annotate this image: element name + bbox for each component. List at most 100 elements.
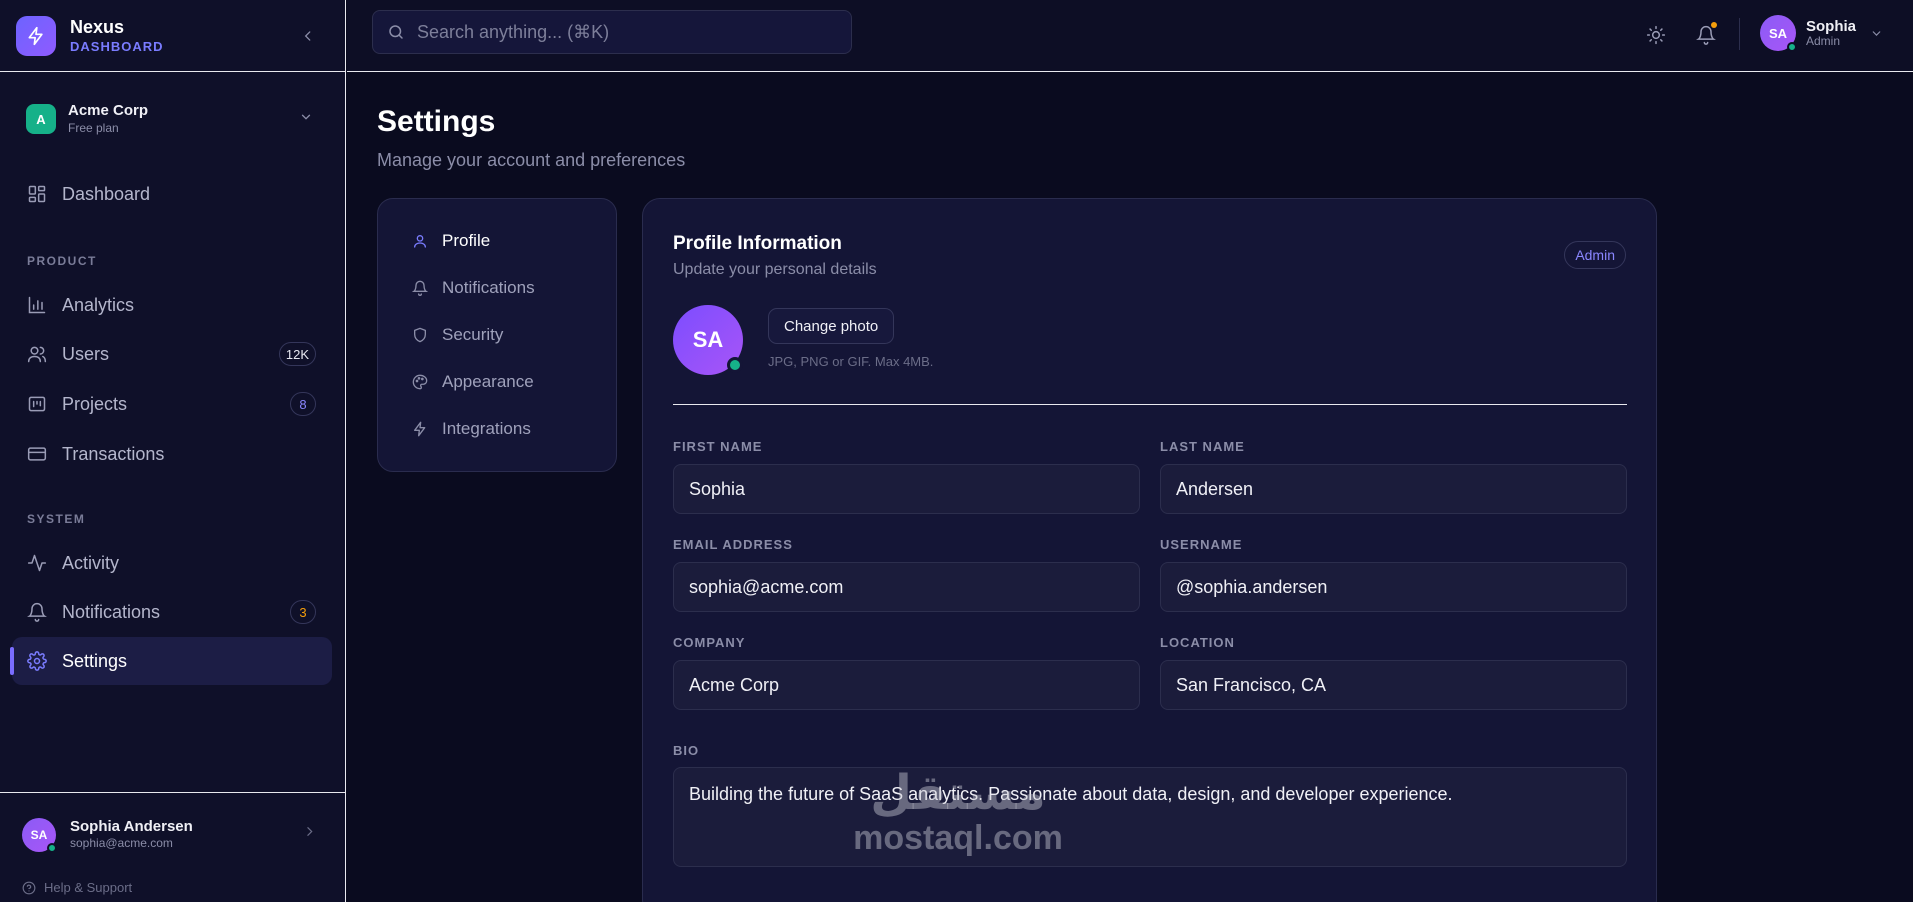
org-badge: A [26,104,56,134]
page-subtitle: Manage your account and preferences [377,150,686,170]
last-name-label: LAST NAME [1160,439,1245,454]
sidebar-item-activity[interactable]: Activity [12,539,332,587]
settings-tab-profile[interactable]: Profile [412,226,490,256]
role-badge: Admin [1564,241,1626,269]
avatar: SA [22,817,57,853]
topbar-divider [1739,18,1740,50]
company-field[interactable] [673,660,1140,710]
last-name-field[interactable] [1160,464,1627,514]
shield-icon [414,327,426,343]
chevron-down-icon [299,110,313,124]
username-label: USERNAME [1160,537,1243,552]
bell-icon [26,601,48,623]
online-status-dot [1787,42,1797,52]
org-plan: Free plan [68,120,119,135]
sidebar-item-transactions[interactable]: Transactions [12,430,332,478]
online-status-dot [47,842,57,853]
settings-tab-label: Integrations [442,419,531,438]
username-field[interactable] [1160,562,1627,612]
sidebar-item-label: Transactions [62,443,165,464]
profile-avatar: SA [673,305,743,375]
bar-chart-icon [26,294,48,316]
sidebar-user-card[interactable]: SA Sophia Andersen sophia@acme.com [0,792,346,876]
topbar-user-name: Sophia [1806,17,1857,35]
settings-tab-notifications[interactable]: Notifications [412,273,535,303]
org-name: Acme Corp [68,102,149,120]
brand-name: Nexus [70,17,125,37]
divider [673,404,1627,405]
first-name-label: FIRST NAME [673,439,763,454]
topbar: SA Sophia Admin [347,0,1913,72]
settings-tab-label: Profile [442,231,491,250]
settings-tab-label: Appearance [442,372,534,391]
sidebar: Nexus DASHBOARD A Acme Corp Free plan Da… [0,0,346,902]
search-icon [389,25,403,39]
search-input[interactable] [417,21,851,43]
profile-card: Profile Information Update your personal… [642,198,1657,902]
sidebar-item-label: Activity [62,552,120,573]
chevron-down-icon [1872,30,1881,36]
email-field[interactable] [673,562,1140,612]
chevron-right-icon [303,825,316,838]
search-box[interactable] [372,10,852,54]
location-label: LOCATION [1160,635,1235,650]
projects-count-badge: 8 [290,392,316,416]
sidebar-item-analytics[interactable]: Analytics [12,281,332,329]
user-icon [414,235,426,248]
sidebar-item-notifications[interactable]: Notifications 3 [12,588,332,636]
section-label-system: SYSTEM [27,512,86,526]
brand-subtitle: DASHBOARD [70,39,164,54]
settings-nav: Profile Notifications Security Appearanc… [377,198,617,472]
sidebar-item-label: Users [62,343,110,364]
collapse-sidebar-button[interactable] [297,25,319,47]
location-field[interactable] [1160,660,1627,710]
company-label: COMPANY [673,635,746,650]
dashboard-grid-icon [26,183,48,205]
bolt-logo-icon[interactable] [16,15,56,56]
sidebar-item-label: Dashboard [62,183,151,204]
users-icon [26,343,48,365]
bio-textarea[interactable]: Building the future of SaaS analytics. P… [673,767,1627,867]
activity-pulse-icon [26,552,48,574]
settings-tab-security[interactable]: Security [412,320,503,350]
page-title: Settings [377,105,496,138]
bolt-icon [414,421,426,437]
help-support-link[interactable]: Help & Support [22,880,132,895]
first-name-field[interactable] [673,464,1140,514]
sidebar-item-projects[interactable]: Projects 8 [12,380,332,428]
bio-label: BIO [673,743,700,758]
settings-tab-appearance[interactable]: Appearance [412,367,534,397]
palette-icon [412,374,428,390]
avatar-initials: SA [1768,25,1788,41]
settings-tab-label: Notifications [442,278,535,297]
sidebar-item-settings[interactable]: Settings [10,637,332,685]
help-circle-icon [22,881,36,894]
change-photo-button[interactable]: Change photo [768,308,895,344]
credit-card-icon [26,443,48,465]
projects-icon [26,393,48,415]
sun-icon [1646,25,1666,45]
photo-hint: JPG, PNG or GIF. Max 4MB. [768,354,934,369]
sidebar-item-label: Settings [62,650,128,671]
notifications-count-badge: 3 [290,600,316,624]
profile-card-subtitle: Update your personal details [673,261,877,278]
avatar-initials: SA [692,327,724,352]
notification-indicator-dot [1711,22,1717,28]
notifications-button[interactable] [1693,22,1719,48]
theme-toggle-button[interactable] [1643,22,1669,48]
avatar-initials: SA [30,827,48,842]
org-switcher[interactable]: A Acme Corp Free plan [12,92,333,146]
sidebar-user-name: Sophia Andersen [70,817,193,835]
sidebar-user-email: sophia@acme.com [70,836,173,851]
settings-tab-label: Security [442,325,504,344]
sidebar-item-users[interactable]: Users 12K [12,330,332,378]
settings-tab-integrations[interactable]: Integrations [412,414,531,444]
section-label-product: PRODUCT [27,254,97,268]
sidebar-item-dashboard[interactable]: Dashboard [12,170,332,218]
online-status-dot [727,357,743,373]
bell-icon [412,280,428,296]
sidebar-item-label: Notifications [62,601,161,622]
avatar: SA [1760,15,1797,52]
user-menu[interactable]: SA Sophia Admin [1760,15,1883,52]
email-label: EMAIL ADDRESS [673,537,793,552]
